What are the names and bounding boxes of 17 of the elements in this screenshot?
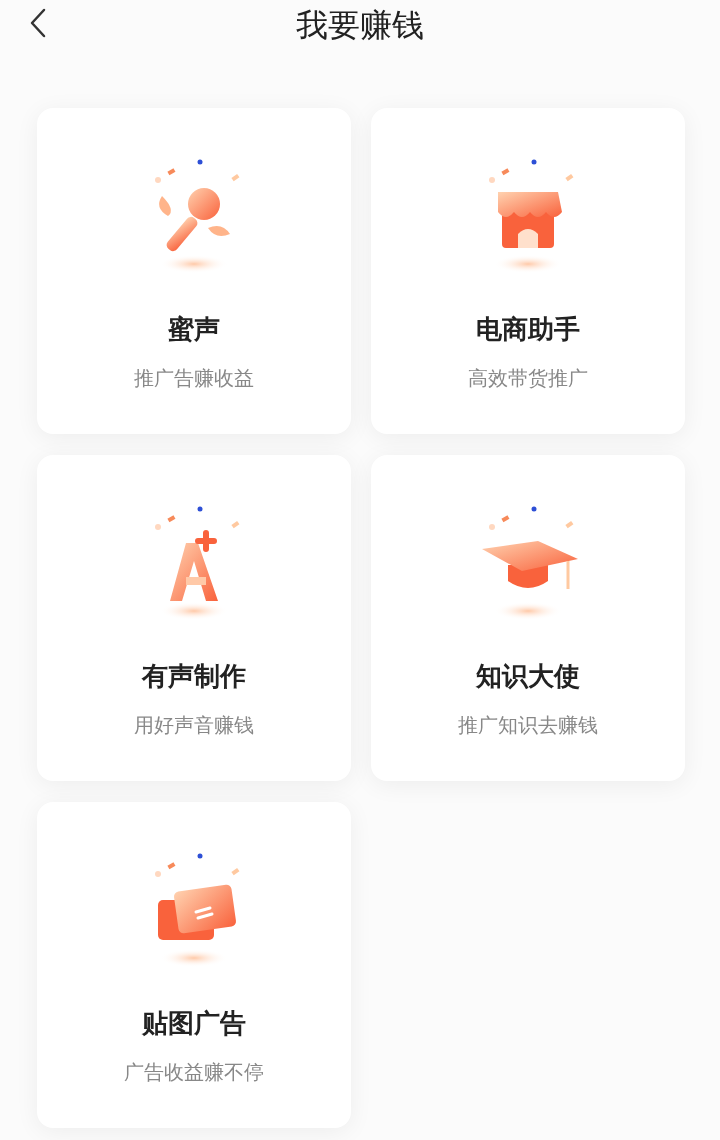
feature-card[interactable]: 有声制作 用好声音赚钱 (37, 455, 351, 781)
feature-card[interactable]: 知识大使 推广知识去赚钱 (371, 455, 685, 781)
feature-card[interactable]: 贴图广告 广告收益赚不停 (37, 802, 351, 1128)
card-title: 蜜声 (168, 313, 220, 346)
card-subtitle: 推广知识去赚钱 (458, 712, 598, 739)
feature-card[interactable]: 电商助手 高效带货推广 (371, 108, 685, 434)
card-subtitle: 推广告赚收益 (134, 365, 254, 392)
card-title: 贴图广告 (142, 1007, 246, 1040)
card-subtitle: 高效带货推广 (468, 365, 588, 392)
page-title: 我要赚钱 (296, 5, 424, 46)
feature-card[interactable]: 蜜声 推广告赚收益 (37, 108, 351, 434)
card-title: 知识大使 (476, 660, 580, 693)
back-icon[interactable] (29, 8, 47, 38)
card-subtitle: 用好声音赚钱 (134, 712, 254, 739)
card-title: 有声制作 (142, 660, 246, 693)
card-title: 电商助手 (476, 313, 580, 346)
card-subtitle: 广告收益赚不停 (124, 1059, 264, 1086)
